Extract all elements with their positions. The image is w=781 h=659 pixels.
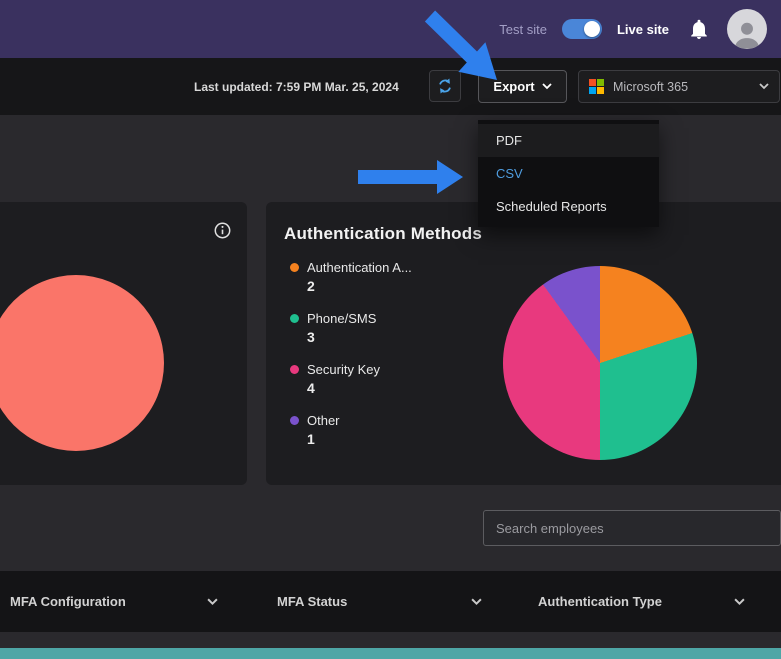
last-updated-label: Last updated: 7:59 PM Mar. 25, 2024 [194, 80, 399, 94]
legend-label: Authentication A... [307, 260, 412, 275]
microsoft-logo-icon [589, 79, 604, 94]
info-icon[interactable] [214, 222, 231, 239]
legend-dot-icon [290, 263, 299, 272]
authentication-methods-card: Authentication Methods Authentication A.… [266, 202, 781, 485]
single-slice-pie-chart [0, 275, 164, 451]
top-navigation-bar: Test site Live site [0, 0, 781, 58]
menu-item-csv[interactable]: CSV [478, 157, 659, 190]
menu-item-scheduled-reports[interactable]: Scheduled Reports [478, 190, 659, 223]
site-mode-toggle[interactable] [562, 19, 602, 39]
chevron-down-icon [207, 598, 218, 606]
chevron-down-icon [759, 83, 769, 90]
legend-item-security-key: Security Key 4 [290, 362, 412, 396]
legend-dot-icon [290, 416, 299, 425]
dashboard-screen: Test site Live site Last updated: 7:59 P… [0, 0, 781, 659]
legend-item-authentication-app: Authentication A... 2 [290, 260, 412, 294]
column-header-mfa-configuration[interactable]: MFA Configuration [10, 571, 218, 632]
legend-label: Phone/SMS [307, 311, 376, 326]
menu-item-pdf[interactable]: PDF [478, 124, 659, 157]
card-title: Authentication Methods [284, 224, 482, 244]
tenant-selector-dropdown[interactable]: Microsoft 365 [578, 70, 780, 103]
auth-methods-pie [503, 266, 697, 460]
refresh-icon [436, 77, 454, 95]
chevron-down-icon [471, 598, 482, 606]
export-dropdown-menu: PDF CSV Scheduled Reports [478, 120, 659, 227]
chevron-down-icon [542, 83, 552, 90]
export-button[interactable]: Export [478, 70, 567, 103]
legend-value: 1 [307, 431, 412, 447]
legend-dot-icon [290, 365, 299, 374]
bottom-accent-bar [0, 648, 781, 659]
live-site-label: Live site [617, 22, 669, 37]
tenant-selector-label: Microsoft 365 [613, 80, 688, 94]
pie-legend: Authentication A... 2 Phone/SMS 3 Securi… [290, 260, 412, 464]
employee-table-header: MFA Configuration MFA Status Authenticat… [0, 571, 781, 632]
user-avatar[interactable] [727, 9, 767, 49]
column-label: MFA Status [277, 594, 347, 609]
column-header-authentication-type[interactable]: Authentication Type [538, 571, 745, 632]
chevron-down-icon [734, 598, 745, 606]
notifications-bell-icon[interactable] [690, 19, 708, 39]
column-label: Authentication Type [538, 594, 662, 609]
export-button-label: Export [493, 79, 534, 94]
legend-value: 2 [307, 278, 412, 294]
column-label: MFA Configuration [10, 594, 126, 609]
summary-pie-card [0, 202, 247, 485]
legend-item-phone-sms: Phone/SMS 3 [290, 311, 412, 345]
legend-item-other: Other 1 [290, 413, 412, 447]
toggle-knob [584, 21, 600, 37]
annotation-arrow-csv [358, 160, 463, 194]
column-header-mfa-status[interactable]: MFA Status [277, 571, 482, 632]
search-input[interactable] [483, 510, 781, 546]
legend-value: 4 [307, 380, 412, 396]
test-site-label: Test site [499, 22, 547, 37]
legend-label: Other [307, 413, 340, 428]
legend-label: Security Key [307, 362, 380, 377]
legend-value: 3 [307, 329, 412, 345]
refresh-button[interactable] [429, 70, 461, 102]
report-toolbar: Last updated: 7:59 PM Mar. 25, 2024 Expo… [0, 58, 781, 115]
legend-dot-icon [290, 314, 299, 323]
